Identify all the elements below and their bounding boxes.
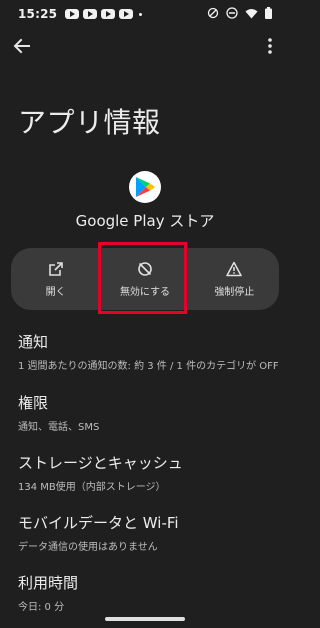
youtube-notification-icon xyxy=(83,9,98,19)
more-notifications-dot xyxy=(139,12,143,16)
status-bar: 15:25 xyxy=(0,0,290,28)
dnd-icon xyxy=(226,7,238,19)
settings-item-subtitle: 134 MB使用（内部ストレージ） xyxy=(18,482,166,493)
settings-item-title: モバイルデータと Wi-Fi xyxy=(18,514,179,532)
app-name: Google Play ストア xyxy=(75,212,215,230)
youtube-notification-icon xyxy=(119,9,134,19)
disable-button[interactable]: 無効にする xyxy=(100,248,189,310)
status-time: 15:25 xyxy=(18,7,58,21)
youtube-notification-icon xyxy=(65,9,80,19)
warning-icon xyxy=(226,261,243,276)
youtube-notification-icon xyxy=(101,9,116,19)
disable-button-label: 無効にする xyxy=(119,286,171,298)
settings-item-storage[interactable]: ストレージとキャッシュ 134 MB使用（内部ストレージ） xyxy=(18,452,278,493)
settings-item-subtitle: データ通信の使用はありません xyxy=(18,542,158,553)
settings-item-subtitle: 今日: 0 分 xyxy=(18,602,65,613)
wifi-icon xyxy=(245,8,258,18)
google-play-icon xyxy=(129,171,161,203)
more-options-icon[interactable] xyxy=(258,34,282,58)
open-external-icon xyxy=(48,261,63,276)
open-button-label: 開く xyxy=(45,286,66,298)
force-stop-button-label: 強制停止 xyxy=(214,286,255,298)
settings-item-title: 利用時間 xyxy=(18,574,79,592)
settings-item-title: 通知 xyxy=(18,333,49,351)
settings-item-screen-time[interactable]: 利用時間 今日: 0 分 xyxy=(18,572,278,613)
disable-icon xyxy=(138,261,152,276)
settings-item-subtitle: 1 週間あたりの通知の数: 約 3 件 / 1 件のカテゴリが OFF xyxy=(18,361,278,372)
app-bar xyxy=(0,30,290,62)
settings-item-title: 権限 xyxy=(18,394,49,412)
gesture-handle[interactable] xyxy=(105,617,185,621)
settings-item-title: ストレージとキャッシュ xyxy=(18,454,183,472)
force-stop-button[interactable]: 強制停止 xyxy=(190,248,279,310)
page-title: アプリ情報 xyxy=(18,106,161,139)
app-actions-panel: 開く 無効にする 強制停止 xyxy=(11,248,279,310)
settings-item-notifications[interactable]: 通知 1 週間あたりの通知の数: 約 3 件 / 1 件のカテゴリが OFF xyxy=(18,331,278,372)
open-button[interactable]: 開く xyxy=(11,248,100,310)
battery-icon xyxy=(265,7,272,19)
vibrate-off-icon xyxy=(207,7,219,19)
status-icons xyxy=(207,7,272,19)
back-arrow-icon[interactable] xyxy=(10,34,34,58)
settings-item-subtitle: 通知、電話、SMS xyxy=(18,422,100,433)
settings-item-permissions[interactable]: 権限 通知、電話、SMS xyxy=(18,392,278,433)
settings-item-mobile-data[interactable]: モバイルデータと Wi-Fi データ通信の使用はありません xyxy=(18,512,278,553)
